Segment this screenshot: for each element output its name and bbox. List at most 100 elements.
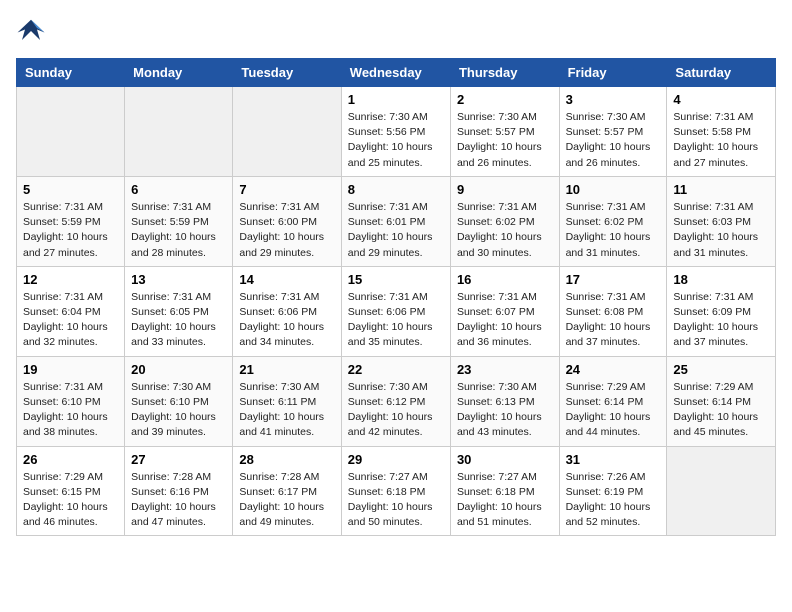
calendar-cell: 14Sunrise: 7:31 AMSunset: 6:06 PMDayligh… [233, 266, 341, 356]
calendar-cell: 27 Sunrise: 7:28 AMSunset: 6:16 PMDayligh… [125, 446, 233, 536]
day-info: Sunrise: 7:31 AMSunset: 6:05 PMDaylight:… [131, 290, 226, 351]
calendar-cell: 7Sunrise: 7:31 AMSunset: 6:00 PMDaylight… [233, 176, 341, 266]
calendar-cell: 26Sunrise: 7:29 AMSunset: 6:15 PMDayligh… [17, 446, 125, 536]
day-number: 20 [131, 362, 226, 377]
day-number: 6 [131, 182, 226, 197]
calendar-cell: 28 Sunrise: 7:28 AMSunset: 6:17 PMDayligh… [233, 446, 341, 536]
weekday-header: Tuesday [233, 59, 341, 87]
day-info: Sunrise: 7:31 AMSunset: 6:02 PMDaylight:… [566, 200, 661, 261]
logo [16, 16, 50, 46]
calendar-cell [125, 87, 233, 177]
day-info: Sunrise: 7:31 AMSunset: 6:07 PMDaylight:… [457, 290, 553, 351]
day-number: 28 [239, 452, 334, 467]
logo-icon [16, 16, 46, 46]
day-info: Sunrise: 7:30 AMSunset: 6:12 PMDaylight:… [348, 380, 444, 441]
day-info: Sunrise: 7:30 AMSunset: 6:11 PMDaylight:… [239, 380, 334, 441]
calendar-week-row: 12Sunrise: 7:31 AMSunset: 6:04 PMDayligh… [17, 266, 776, 356]
calendar-cell: 16 Sunrise: 7:31 AMSunset: 6:07 PMDayligh… [450, 266, 559, 356]
day-number: 11 [673, 182, 769, 197]
calendar-cell: 20 Sunrise: 7:30 AMSunset: 6:10 PMDayligh… [125, 356, 233, 446]
calendar-week-row: 26Sunrise: 7:29 AMSunset: 6:15 PMDayligh… [17, 446, 776, 536]
day-info: Sunrise: 7:31 AMSunset: 6:03 PMDaylight:… [673, 200, 769, 261]
day-number: 25 [673, 362, 769, 377]
calendar-cell: 29 Sunrise: 7:27 AMSunset: 6:18 PMDayligh… [341, 446, 450, 536]
day-number: 12 [23, 272, 118, 287]
calendar-cell: 17 Sunrise: 7:31 AMSunset: 6:08 PMDayligh… [559, 266, 667, 356]
day-info: Sunrise: 7:31 AMSunset: 6:00 PMDaylight:… [239, 200, 334, 261]
day-number: 13 [131, 272, 226, 287]
calendar-cell: 24 Sunrise: 7:29 AMSunset: 6:14 PMDayligh… [559, 356, 667, 446]
day-number: 15 [348, 272, 444, 287]
calendar-cell: 15Sunrise: 7:31 AMSunset: 6:06 PMDayligh… [341, 266, 450, 356]
calendar-week-row: 1 Sunrise: 7:30 AMSunset: 5:56 PMDaylight… [17, 87, 776, 177]
day-number: 22 [348, 362, 444, 377]
day-info: Sunrise: 7:31 AMSunset: 5:58 PMDaylight:… [673, 110, 769, 171]
day-number: 23 [457, 362, 553, 377]
day-number: 9 [457, 182, 553, 197]
calendar-cell [233, 87, 341, 177]
day-number: 2 [457, 92, 553, 107]
calendar-cell: 31Sunrise: 7:26 AMSunset: 6:19 PMDayligh… [559, 446, 667, 536]
day-number: 4 [673, 92, 769, 107]
day-number: 1 [348, 92, 444, 107]
day-number: 19 [23, 362, 118, 377]
calendar-cell: 3 Sunrise: 7:30 AMSunset: 5:57 PMDaylight… [559, 87, 667, 177]
weekday-header: Thursday [450, 59, 559, 87]
day-info: Sunrise: 7:31 AMSunset: 5:59 PMDaylight:… [23, 200, 118, 261]
weekday-header: Wednesday [341, 59, 450, 87]
weekday-header: Saturday [667, 59, 776, 87]
day-info: Sunrise: 7:30 AMSunset: 6:13 PMDaylight:… [457, 380, 553, 441]
day-info: Sunrise: 7:28 AMSunset: 6:17 PMDaylight:… [239, 470, 334, 531]
day-info: Sunrise: 7:28 AMSunset: 6:16 PMDaylight:… [131, 470, 226, 531]
day-info: Sunrise: 7:31 AMSunset: 6:10 PMDaylight:… [23, 380, 118, 441]
day-number: 27 [131, 452, 226, 467]
calendar-week-row: 5 Sunrise: 7:31 AMSunset: 5:59 PMDaylight… [17, 176, 776, 266]
calendar-cell: 25 Sunrise: 7:29 AMSunset: 6:14 PMDayligh… [667, 356, 776, 446]
weekday-header: Monday [125, 59, 233, 87]
day-number: 3 [566, 92, 661, 107]
page-header [16, 16, 776, 46]
calendar-cell: 9 Sunrise: 7:31 AMSunset: 6:02 PMDaylight… [450, 176, 559, 266]
weekday-header: Friday [559, 59, 667, 87]
day-number: 17 [566, 272, 661, 287]
day-info: Sunrise: 7:31 AMSunset: 5:59 PMDaylight:… [131, 200, 226, 261]
day-info: Sunrise: 7:30 AMSunset: 5:57 PMDaylight:… [566, 110, 661, 171]
day-number: 5 [23, 182, 118, 197]
calendar-cell: 10Sunrise: 7:31 AMSunset: 6:02 PMDayligh… [559, 176, 667, 266]
day-number: 18 [673, 272, 769, 287]
day-number: 26 [23, 452, 118, 467]
calendar-cell: 18 Sunrise: 7:31 AMSunset: 6:09 PMDayligh… [667, 266, 776, 356]
calendar-cell: 4 Sunrise: 7:31 AMSunset: 5:58 PMDaylight… [667, 87, 776, 177]
calendar-cell: 13 Sunrise: 7:31 AMSunset: 6:05 PMDayligh… [125, 266, 233, 356]
day-info: Sunrise: 7:27 AMSunset: 6:18 PMDaylight:… [348, 470, 444, 531]
day-info: Sunrise: 7:26 AMSunset: 6:19 PMDaylight:… [566, 470, 661, 531]
day-info: Sunrise: 7:31 AMSunset: 6:08 PMDaylight:… [566, 290, 661, 351]
day-number: 24 [566, 362, 661, 377]
day-info: Sunrise: 7:30 AMSunset: 6:10 PMDaylight:… [131, 380, 226, 441]
calendar-cell: 19 Sunrise: 7:31 AMSunset: 6:10 PMDayligh… [17, 356, 125, 446]
day-number: 8 [348, 182, 444, 197]
day-number: 29 [348, 452, 444, 467]
weekday-header-row: SundayMondayTuesdayWednesdayThursdayFrid… [17, 59, 776, 87]
calendar-cell: 23 Sunrise: 7:30 AMSunset: 6:13 PMDayligh… [450, 356, 559, 446]
day-info: Sunrise: 7:31 AMSunset: 6:02 PMDaylight:… [457, 200, 553, 261]
day-number: 16 [457, 272, 553, 287]
day-info: Sunrise: 7:29 AMSunset: 6:14 PMDaylight:… [673, 380, 769, 441]
day-info: Sunrise: 7:30 AMSunset: 5:56 PMDaylight:… [348, 110, 444, 171]
calendar-cell: 11 Sunrise: 7:31 AMSunset: 6:03 PMDayligh… [667, 176, 776, 266]
day-info: Sunrise: 7:29 AMSunset: 6:14 PMDaylight:… [566, 380, 661, 441]
calendar-table: SundayMondayTuesdayWednesdayThursdayFrid… [16, 58, 776, 536]
calendar-cell: 12Sunrise: 7:31 AMSunset: 6:04 PMDayligh… [17, 266, 125, 356]
calendar-cell: 22 Sunrise: 7:30 AMSunset: 6:12 PMDayligh… [341, 356, 450, 446]
day-info: Sunrise: 7:31 AMSunset: 6:06 PMDaylight:… [239, 290, 334, 351]
day-info: Sunrise: 7:27 AMSunset: 6:18 PMDaylight:… [457, 470, 553, 531]
calendar-cell [17, 87, 125, 177]
calendar-week-row: 19 Sunrise: 7:31 AMSunset: 6:10 PMDayligh… [17, 356, 776, 446]
calendar-cell: 8Sunrise: 7:31 AMSunset: 6:01 PMDaylight… [341, 176, 450, 266]
calendar-cell: 5 Sunrise: 7:31 AMSunset: 5:59 PMDaylight… [17, 176, 125, 266]
weekday-header: Sunday [17, 59, 125, 87]
day-info: Sunrise: 7:30 AMSunset: 5:57 PMDaylight:… [457, 110, 553, 171]
day-number: 21 [239, 362, 334, 377]
day-info: Sunrise: 7:31 AMSunset: 6:09 PMDaylight:… [673, 290, 769, 351]
calendar-cell [667, 446, 776, 536]
